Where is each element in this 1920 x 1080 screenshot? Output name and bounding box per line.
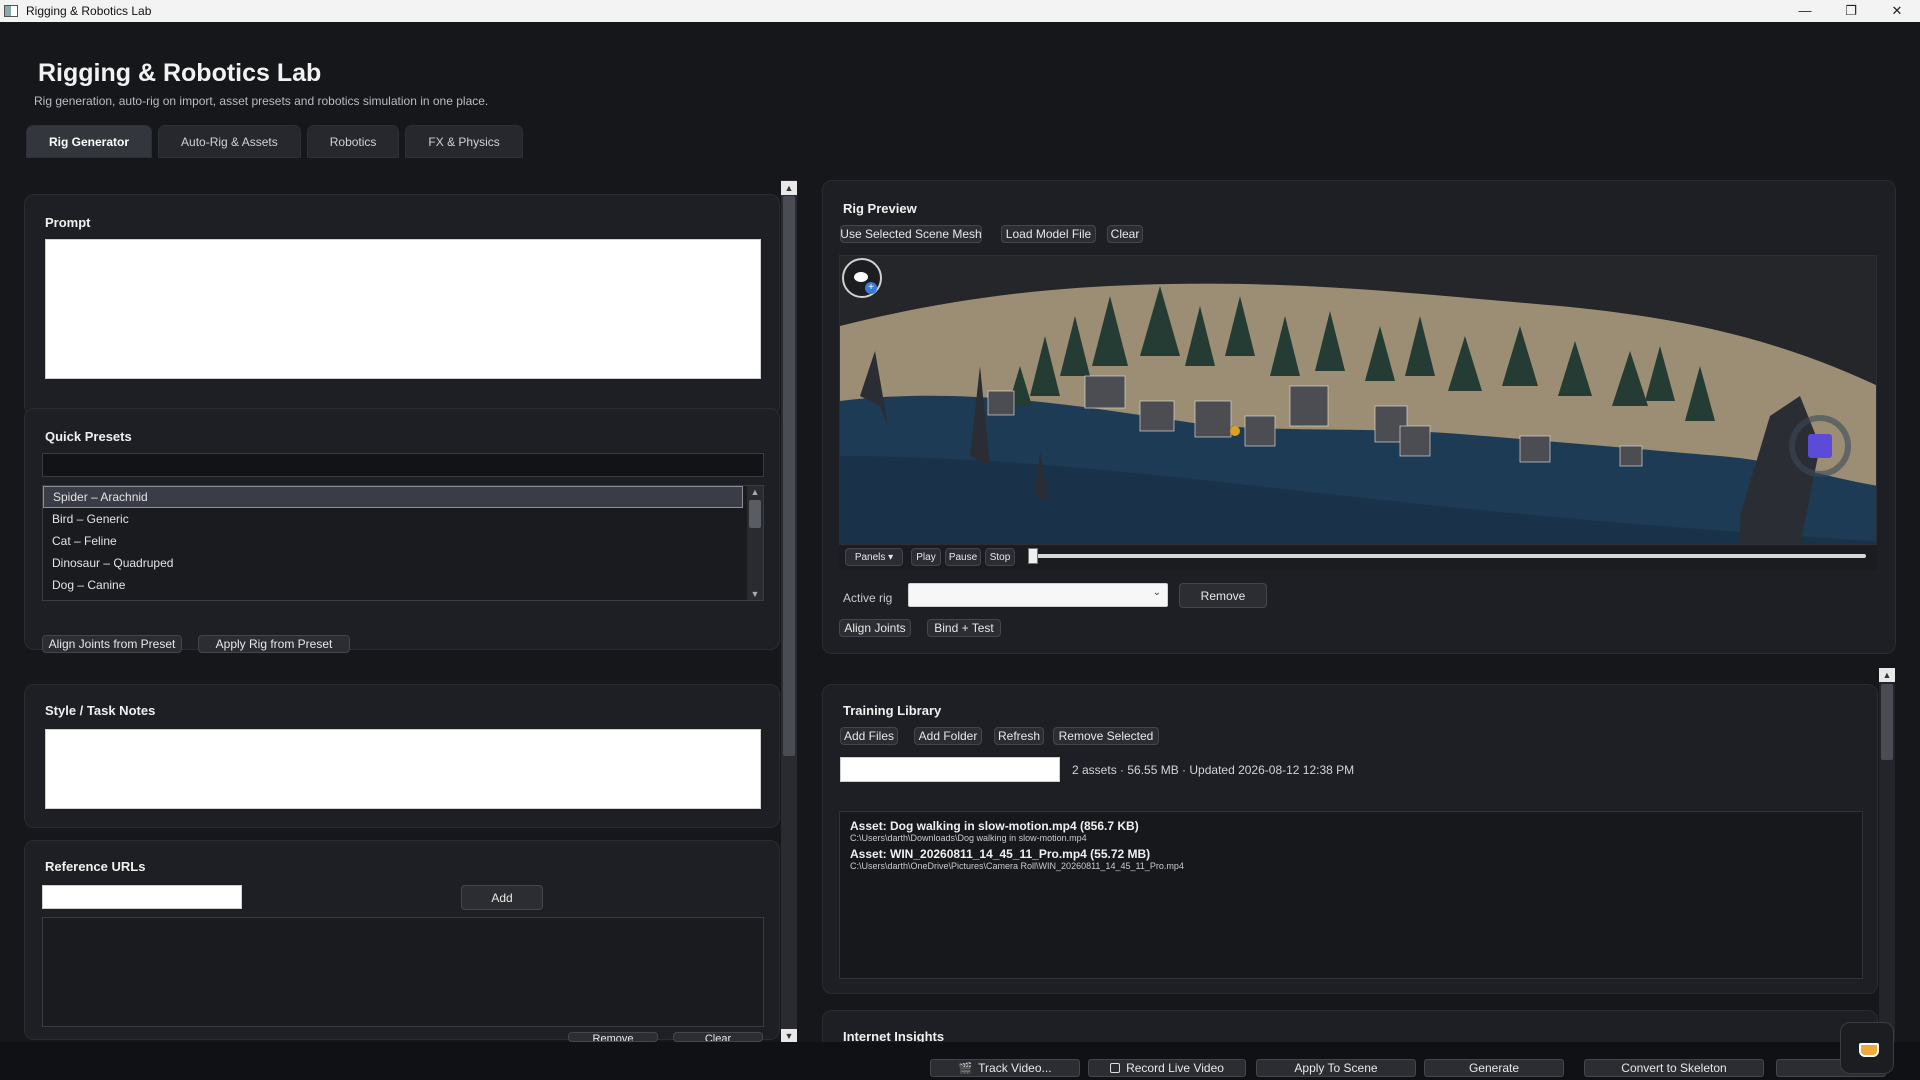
preset-list-scrollbar[interactable]: ▲ ▼ [747, 486, 763, 600]
left-column-scrollbar[interactable]: ▲ ▼ [781, 180, 797, 1044]
asset-path: C:\Users\darth\OneDrive\Pictures\Camera … [850, 861, 1184, 871]
tab-fx-physics[interactable]: FX & Physics [405, 125, 523, 158]
scroll-down-icon[interactable]: ▼ [781, 1029, 797, 1043]
training-search-input[interactable] [840, 757, 1060, 782]
preset-item-dinosaur[interactable]: Dinosaur – Quadruped [43, 552, 763, 574]
reference-url-list[interactable] [42, 917, 764, 1027]
use-selected-scene-mesh-button[interactable]: Use Selected Scene Mesh [840, 225, 982, 243]
right-column-scrollbar[interactable]: ▲ [1879, 668, 1895, 1044]
page-title: Rigging & Robotics Lab [38, 59, 322, 87]
maximize-button[interactable]: ❐ [1828, 0, 1874, 22]
generate-button[interactable]: Generate [1424, 1059, 1564, 1077]
active-rig-select[interactable]: ⌄ [908, 583, 1168, 607]
preset-list-scroll-thumb[interactable] [749, 500, 761, 528]
scroll-down-icon[interactable]: ▼ [747, 589, 763, 599]
right-column-scroll-thumb[interactable] [1881, 684, 1893, 760]
rig-preview-title: Rig Preview [843, 201, 917, 216]
window-title: Rigging & Robotics Lab [26, 4, 152, 18]
reference-url-input[interactable] [42, 885, 242, 909]
scroll-up-icon[interactable]: ▲ [781, 181, 797, 195]
prompt-title: Prompt [45, 215, 91, 230]
clear-urls-button[interactable]: Clear [673, 1032, 763, 1042]
refresh-button[interactable]: Refresh [994, 727, 1044, 745]
asset-path: C:\Users\darth\Downloads\Dog walking in … [850, 833, 1087, 843]
remove-selected-button[interactable]: Remove Selected [1053, 727, 1159, 745]
assistant-floating-button[interactable] [1840, 1022, 1894, 1074]
asset-name: Asset: Dog walking in slow-motion.mp4 (8… [850, 819, 1139, 833]
pause-button[interactable]: Pause [945, 548, 981, 566]
panels-dropdown[interactable]: Panels ▾ [845, 548, 903, 566]
convert-to-skeleton-button[interactable]: Convert to Skeleton [1584, 1059, 1764, 1077]
chevron-down-icon: ⌄ [1152, 587, 1161, 598]
preset-item-cat[interactable]: Cat – Feline [43, 530, 763, 552]
tab-bar: Rig Generator Auto-Rig & Assets Robotics… [26, 125, 523, 158]
quick-presets-title: Quick Presets [45, 429, 132, 444]
reference-urls-title: Reference URLs [45, 859, 146, 874]
coffee-cup-icon [1859, 1043, 1879, 1057]
apply-rig-from-preset-button[interactable]: Apply Rig from Preset [198, 635, 350, 653]
page-subtitle: Rig generation, auto-rig on import, asse… [34, 94, 489, 108]
rig-preview-viewport[interactable]: + [839, 255, 1877, 545]
viewport-camera-icon[interactable]: + [842, 258, 882, 298]
active-rig-label: Active rig [843, 591, 893, 605]
style-notes-textarea[interactable] [45, 729, 761, 809]
tab-rig-generator[interactable]: Rig Generator [26, 125, 153, 158]
add-files-button[interactable]: Add Files [840, 727, 898, 745]
timeline-slider-handle[interactable] [1028, 548, 1038, 564]
tab-robotics[interactable]: Robotics [306, 125, 400, 158]
remove-url-button[interactable]: Remove [568, 1032, 658, 1042]
minimize-button[interactable]: — [1782, 0, 1828, 22]
film-icon: 🎬 [958, 1062, 973, 1075]
apply-to-scene-button[interactable]: Apply To Scene [1256, 1059, 1416, 1077]
timeline-slider[interactable] [1028, 548, 1866, 564]
prompt-panel: Prompt [24, 194, 780, 416]
stop-button[interactable]: Stop [985, 548, 1015, 566]
align-joints-button[interactable]: Align Joints [839, 619, 911, 637]
quick-presets-panel: Quick Presets Spider – Arachnid Bird – G… [24, 408, 780, 653]
left-column-scroll-thumb[interactable] [783, 196, 795, 756]
training-asset-list[interactable]: Asset: Dog walking in slow-motion.mp4 (8… [839, 811, 1863, 979]
list-item[interactable]: Asset: Dog walking in slow-motion.mp4 (8… [850, 819, 1852, 843]
preset-item-spider[interactable]: Spider – Arachnid [43, 486, 743, 508]
add-url-button[interactable]: Add [461, 885, 543, 910]
style-notes-panel: Style / Task Notes [24, 684, 780, 828]
track-video-label: Track Video... [978, 1061, 1052, 1075]
scroll-up-icon[interactable]: ▲ [1879, 668, 1895, 682]
scene-render [840, 256, 1876, 544]
add-folder-button[interactable]: Add Folder [914, 727, 982, 745]
track-video-button[interactable]: 🎬 Track Video... [930, 1059, 1080, 1077]
list-item[interactable]: Asset: WIN_20260811_14_45_11_Pro.mp4 (55… [850, 847, 1852, 871]
align-joints-from-preset-button[interactable]: Align Joints from Preset [42, 635, 182, 653]
window-titlebar: Rigging & Robotics Lab — ❐ ✕ [0, 0, 1920, 22]
preset-filter-input[interactable] [42, 453, 764, 477]
app-icon [4, 5, 18, 17]
record-icon: ● [1110, 1063, 1121, 1073]
training-library-title: Training Library [843, 703, 942, 718]
style-notes-title: Style / Task Notes [45, 703, 156, 718]
preset-list: Spider – Arachnid Bird – Generic Cat – F… [42, 485, 764, 601]
training-summary: 2 assets · 56.55 MB · Updated 2026-08-12… [1072, 763, 1355, 777]
record-live-video-button[interactable]: ● Record Live Video [1088, 1059, 1246, 1077]
clear-preview-button[interactable]: Clear [1107, 225, 1143, 243]
asset-name: Asset: WIN_20260811_14_45_11_Pro.mp4 (55… [850, 847, 1151, 861]
load-model-file-button[interactable]: Load Model File [1001, 225, 1096, 243]
play-button[interactable]: Play [911, 548, 941, 566]
preset-item-dog[interactable]: Dog – Canine [43, 574, 763, 596]
record-live-video-label: Record Live Video [1126, 1061, 1224, 1075]
tab-auto-rig-assets[interactable]: Auto-Rig & Assets [158, 125, 301, 158]
reference-urls-panel: Reference URLs Add [24, 840, 780, 1040]
bind-test-button[interactable]: Bind + Test [927, 619, 1001, 637]
app-main: Rigging & Robotics Lab Rig generation, a… [0, 22, 1920, 1080]
preset-item-bird[interactable]: Bird – Generic [43, 508, 763, 530]
close-window-button[interactable]: ✕ [1874, 0, 1920, 22]
prompt-textarea[interactable] [45, 239, 761, 379]
scroll-up-icon[interactable]: ▲ [747, 487, 763, 497]
remove-rig-button[interactable]: Remove [1179, 583, 1267, 608]
